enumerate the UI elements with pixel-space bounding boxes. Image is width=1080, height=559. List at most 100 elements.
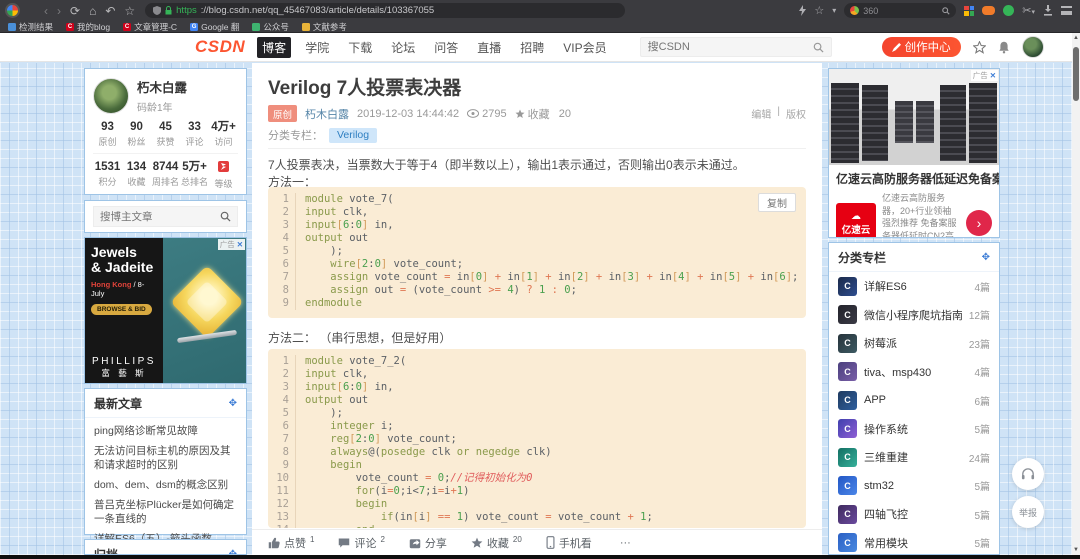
stat-cell[interactable]: 45 获赞 (151, 121, 180, 148)
menu-icon[interactable] (1061, 6, 1072, 15)
nav-item[interactable]: 招聘 (515, 37, 549, 58)
bookmark-item[interactable]: G Google 翻 (190, 21, 239, 33)
ad-close-icon[interactable]: ✕ (990, 71, 996, 80)
category-tag-verilog[interactable]: Verilog (329, 127, 378, 143)
action-button[interactable]: 手机看 (546, 535, 592, 551)
shuffle-icon[interactable]: ✥ (229, 398, 237, 409)
games-icon[interactable] (982, 6, 996, 15)
bookmark-item[interactable]: C 我的blog (66, 21, 110, 33)
search-icon[interactable] (942, 6, 950, 15)
bookmark-label: Google 翻 (201, 21, 240, 32)
refresh-icon[interactable]: ⟳ (70, 5, 80, 17)
action-button[interactable]: ··· (616, 537, 631, 549)
bookmark-star-icon[interactable]: ☆ (814, 4, 824, 17)
favorite-star-icon[interactable]: ☆ (124, 5, 135, 17)
latest-article-link[interactable]: 无法访问目标主机的原因及其和请求超时的区别 (94, 441, 237, 475)
nav-item[interactable]: 问答 (429, 37, 463, 58)
ad-arrow-button[interactable]: › (966, 210, 992, 237)
category-item[interactable]: C 操作系统 5篇 (829, 415, 999, 444)
stat-cell[interactable]: 5万+ 总排名 (180, 161, 209, 190)
bookmark-item[interactable]: 文献参考 (301, 21, 347, 33)
lightning-icon[interactable] (799, 5, 807, 16)
bookmark-item[interactable]: 公众号 (252, 21, 289, 33)
scrollbar-thumb[interactable] (1073, 47, 1079, 101)
back-icon[interactable]: ‹ (44, 5, 48, 17)
category-item[interactable]: C APP 6篇 (829, 386, 999, 415)
bookmark-item[interactable]: C 文章管理-C (123, 21, 177, 33)
stat-cell[interactable]: 等级 (209, 161, 238, 190)
browser-logo-icon[interactable] (5, 3, 20, 18)
category-item[interactable]: C 详解ES6 4篇 (829, 272, 999, 301)
undo-icon[interactable]: ↶ (105, 5, 115, 17)
phillips-ad[interactable]: 广告 ✕ Jewels & Jadeite Hong Kong / 8-July B… (84, 237, 247, 384)
latest-article-link[interactable]: ping网络诊断常见故障 (94, 421, 237, 441)
server-ad-card[interactable]: 广告 ✕ 亿速云高防服务器低延迟免备案 ☁ 亿速云 亿速云高防服务器，20+行业领袖… (828, 68, 1000, 238)
stat-cell[interactable]: 134 收藏 (122, 161, 151, 190)
article-author-link[interactable]: 朽木白露 (305, 106, 349, 122)
latest-article-link[interactable]: dom、dem、dsm的概念区别 (94, 475, 237, 495)
header-search[interactable] (639, 37, 832, 57)
customer-service-button[interactable] (1012, 458, 1044, 490)
scroll-down-icon[interactable]: ▼ (1072, 547, 1080, 553)
nav-item[interactable]: 博客 (257, 36, 292, 58)
collect-button[interactable]: 收藏 20 (515, 106, 571, 122)
browse-bid-button[interactable]: BROWSE & BID (91, 304, 152, 315)
category-item[interactable]: C 四轴飞控 5篇 (829, 500, 999, 529)
star-dropdown-icon[interactable]: ▾ (832, 6, 836, 15)
scroll-up-icon[interactable]: ▲ (1072, 35, 1080, 41)
category-item[interactable]: C 三维重建 24篇 (829, 443, 999, 472)
latest-article-link[interactable]: 普吕克坐标Plücker是如何确定一条直线的 (94, 495, 237, 529)
stat-cell[interactable]: 1531 积分 (93, 161, 122, 190)
category-item[interactable]: C 树莓派 23篇 (829, 329, 999, 358)
edit-link[interactable]: 编辑 (751, 106, 771, 121)
nav-item[interactable]: 下载 (343, 37, 377, 58)
browser-search-box[interactable]: 360 (844, 3, 957, 18)
notifications-bell-icon[interactable] (998, 41, 1010, 54)
bookmark-label: 文章管理-C (134, 21, 178, 32)
blog-search-input[interactable] (100, 210, 220, 223)
action-button[interactable]: 评论 2 (338, 535, 385, 551)
report-button[interactable]: 举报 (1012, 496, 1044, 528)
shuffle-icon[interactable]: ✥ (982, 252, 990, 263)
create-center-button[interactable]: 创作中心 (881, 37, 961, 57)
user-avatar[interactable] (1021, 36, 1044, 58)
download-icon[interactable] (1043, 5, 1053, 16)
stat-cell[interactable]: 4万+ 访问 (209, 121, 238, 148)
profile-avatar[interactable] (93, 77, 129, 114)
csdn-logo[interactable]: CSDN (195, 37, 245, 57)
profile-name[interactable]: 朽木白露 (137, 77, 187, 96)
nav-item[interactable]: 论坛 (386, 37, 420, 58)
stat-cell[interactable]: 8744 周排名 (151, 161, 180, 190)
diamond-image (170, 265, 244, 339)
category-item[interactable]: C 微信小程序爬坑指南 12篇 (829, 301, 999, 330)
category-item[interactable]: C tiva、msp430 4篇 (829, 358, 999, 387)
ad-close-icon[interactable]: ✕ (237, 240, 243, 249)
forward-icon[interactable]: › (57, 5, 61, 17)
extension-icon[interactable] (1003, 5, 1015, 16)
copy-button[interactable]: 复制 (758, 193, 796, 212)
scissors-icon[interactable]: ✂▾ (1022, 4, 1035, 17)
search-icon[interactable] (220, 211, 231, 222)
category-item[interactable]: C stm32 5篇 (829, 472, 999, 501)
stat-cell[interactable]: 93 原创 (93, 121, 122, 148)
nav-item[interactable]: 学院 (300, 37, 334, 58)
stat-cell[interactable]: 33 评论 (180, 121, 209, 148)
bookmark-item[interactable]: 检测结果 (8, 21, 53, 33)
favorites-star-icon[interactable] (972, 40, 986, 54)
category-item[interactable]: C 常用模块 5篇 (829, 529, 999, 555)
action-button[interactable]: 收藏 20 (471, 535, 522, 551)
action-button[interactable]: 分享 (409, 535, 447, 551)
action-button[interactable]: 点赞 1 (268, 535, 314, 551)
search-icon[interactable] (813, 42, 824, 53)
stat-cell[interactable]: 90 粉丝 (122, 121, 151, 148)
page-scrollbar[interactable]: ▲ ▼ (1072, 33, 1080, 555)
apps-grid-icon[interactable] (964, 5, 975, 16)
nav-item[interactable]: VIP会员 (558, 37, 611, 58)
yisu-logo[interactable]: ☁ 亿速云 (836, 203, 876, 237)
home-icon[interactable]: ⌂ (89, 5, 96, 17)
nav-item[interactable]: 直播 (472, 37, 506, 58)
address-bar[interactable]: https://blog.csdn.net/qq_45467083/articl… (145, 3, 626, 18)
copyright-link[interactable]: 版权 (786, 106, 806, 121)
header-search-input[interactable] (647, 41, 813, 53)
category-thumb-icon: C (838, 276, 857, 296)
